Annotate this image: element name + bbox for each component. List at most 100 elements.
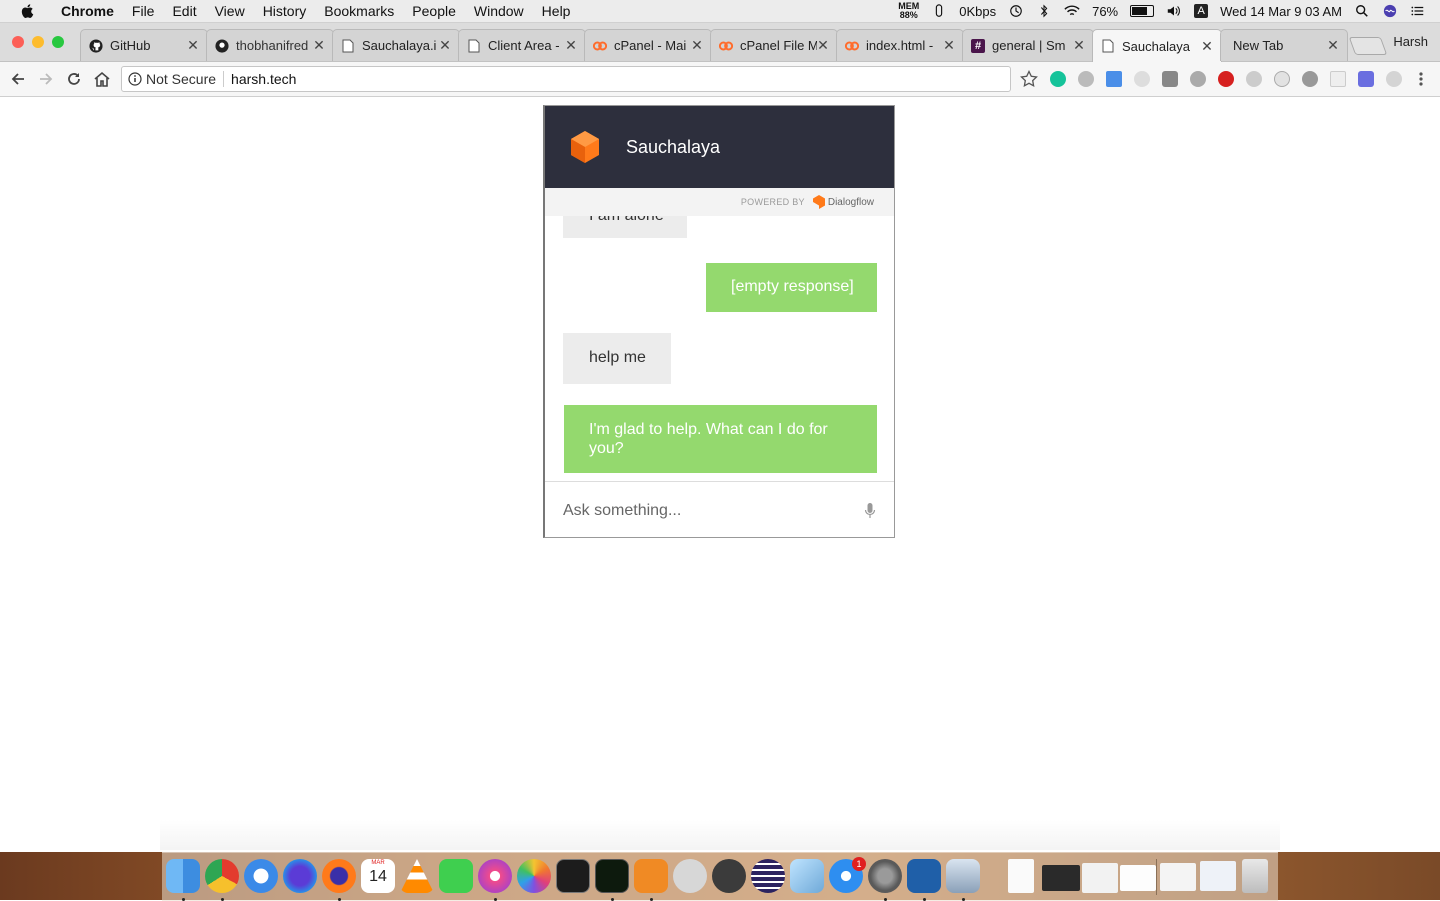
system-preferences-gear-icon[interactable] (673, 859, 707, 893)
close-window-button[interactable] (12, 36, 24, 48)
tab-sauchalaya-active[interactable]: Sauchalaya ✕ (1092, 29, 1222, 62)
home-button[interactable] (92, 69, 112, 89)
time-machine-icon[interactable] (1008, 4, 1024, 18)
mouse-icon[interactable] (931, 4, 947, 18)
preview-icon[interactable] (946, 859, 980, 893)
apple-menu-icon[interactable] (20, 3, 36, 19)
vlc-icon[interactable] (400, 859, 434, 893)
new-tab-button[interactable] (1348, 37, 1388, 55)
extension-drive-icon[interactable] (1190, 71, 1206, 87)
system-preferences-icon[interactable] (868, 859, 902, 893)
tab-cpanel-file-manager[interactable]: cPanel File M ✕ (710, 29, 838, 61)
vscode-icon[interactable] (907, 859, 941, 893)
close-tab-icon[interactable]: ✕ (691, 37, 703, 54)
extension-gear-icon[interactable] (1302, 71, 1318, 87)
minimized-finder-window[interactable] (1160, 863, 1196, 891)
close-tab-icon[interactable]: ✕ (187, 37, 199, 54)
minimized-itunes-window[interactable] (1200, 861, 1236, 891)
extension-purple-icon[interactable] (1358, 71, 1374, 87)
profile-name[interactable]: Harsh (1393, 34, 1428, 49)
tab-index-html[interactable]: index.html - ✕ (836, 29, 964, 61)
dialogflow-brand[interactable]: Dialogflow (812, 195, 874, 209)
ask-input[interactable] (561, 500, 845, 521)
grammarly-extension-icon[interactable] (1050, 71, 1066, 87)
close-tab-icon[interactable]: ✕ (439, 37, 451, 54)
url-text[interactable]: harsh.tech (224, 71, 296, 87)
tab-thobhanifred[interactable]: thobhanifred ✕ (206, 29, 334, 61)
close-tab-icon[interactable]: ✕ (1327, 37, 1339, 54)
photos-icon[interactable] (517, 859, 551, 893)
chrome-icon[interactable] (205, 859, 239, 893)
adblock-plus-icon[interactable] (1218, 71, 1234, 87)
extension-blue-icon[interactable] (1106, 71, 1122, 87)
menu-window[interactable]: Window (465, 0, 533, 22)
menu-view[interactable]: View (206, 0, 254, 22)
firefox-developer-icon[interactable] (283, 859, 317, 893)
menu-bookmarks[interactable]: Bookmarks (315, 0, 403, 22)
bluetooth-icon[interactable] (1036, 4, 1052, 18)
virtualbox-icon[interactable] (790, 859, 824, 893)
menu-app-name[interactable]: Chrome (52, 0, 123, 22)
close-tab-icon[interactable]: ✕ (565, 37, 577, 54)
menu-file[interactable]: File (123, 0, 164, 22)
memory-indicator[interactable]: MEM 88% (898, 2, 919, 20)
tab-github[interactable]: GitHub ✕ (80, 29, 208, 61)
battery-icon[interactable] (1130, 5, 1155, 17)
tab-new-tab[interactable]: New Tab ✕ (1220, 29, 1348, 61)
finder-icon[interactable] (166, 859, 200, 893)
eclipse-icon[interactable] (751, 859, 785, 893)
minimize-window-button[interactable] (32, 36, 44, 48)
minimized-window-thumbnail[interactable] (1082, 863, 1118, 893)
clock[interactable]: Wed 14 Mar 9 03 AM (1220, 4, 1342, 19)
firefox-icon[interactable] (322, 859, 356, 893)
facetime-icon[interactable] (439, 859, 473, 893)
trash-icon[interactable] (1242, 859, 1268, 893)
extension-lightbulb-icon[interactable] (1162, 71, 1178, 87)
volume-icon[interactable] (1166, 4, 1182, 18)
minimized-terminal-window[interactable] (1042, 865, 1080, 891)
battery-percent[interactable]: 76% (1092, 4, 1118, 19)
sequel-pro-elephant-icon[interactable] (712, 859, 746, 893)
extension-gray-icon[interactable] (1078, 71, 1094, 87)
input-source-indicator[interactable]: A (1194, 4, 1209, 18)
close-tab-icon[interactable]: ✕ (1073, 37, 1085, 54)
extension-circle-icon[interactable] (1274, 71, 1290, 87)
menu-edit[interactable]: Edit (163, 0, 205, 22)
chrome-menu-icon[interactable] (1415, 71, 1427, 87)
document-icon[interactable] (1008, 859, 1034, 893)
tab-sauchalaya-file[interactable]: Sauchalaya.i ✕ (332, 29, 460, 61)
extension-light-icon[interactable] (1134, 71, 1150, 87)
security-label[interactable]: Not Secure (146, 71, 225, 87)
calendar-icon[interactable]: MAR 14 (361, 859, 395, 893)
notification-center-icon[interactable] (1410, 4, 1426, 18)
address-bar[interactable]: Not Secure harsh.tech (121, 66, 1011, 92)
network-speed[interactable]: 0Kbps (959, 4, 996, 19)
info-icon[interactable] (128, 72, 142, 86)
tab-client-area[interactable]: Client Area - ✕ (458, 29, 586, 61)
siri-icon[interactable] (1382, 4, 1398, 18)
extension-shield-icon[interactable] (1386, 71, 1402, 87)
safari-icon[interactable] (244, 859, 278, 893)
forward-button[interactable] (36, 69, 56, 89)
message-list[interactable]: I am alone [empty response] help me I'm … (545, 216, 894, 482)
menu-help[interactable]: Help (533, 0, 580, 22)
back-button[interactable] (8, 69, 28, 89)
sublime-text-icon[interactable] (634, 859, 668, 893)
terminal-icon[interactable] (556, 859, 590, 893)
reload-button[interactable] (64, 69, 84, 89)
close-tab-icon[interactable]: ✕ (943, 37, 955, 54)
minimized-chrome-window[interactable] (1120, 865, 1156, 891)
tab-slack-general[interactable]: # general | Sm ✕ (962, 29, 1094, 61)
microphone-icon[interactable] (864, 502, 876, 520)
iterm-icon[interactable] (595, 859, 629, 893)
tab-cpanel-mail[interactable]: cPanel - Mai ✕ (584, 29, 712, 61)
bookmark-star-icon[interactable] (1020, 70, 1038, 88)
wifi-icon[interactable] (1064, 4, 1080, 18)
skype-extension-icon[interactable] (1246, 71, 1262, 87)
menu-people[interactable]: People (403, 0, 465, 22)
itunes-icon[interactable] (478, 859, 512, 893)
close-tab-icon[interactable]: ✕ (313, 37, 325, 54)
menu-history[interactable]: History (254, 0, 316, 22)
extension-rectangle-icon[interactable] (1330, 71, 1346, 87)
spotlight-search-icon[interactable] (1354, 4, 1370, 18)
